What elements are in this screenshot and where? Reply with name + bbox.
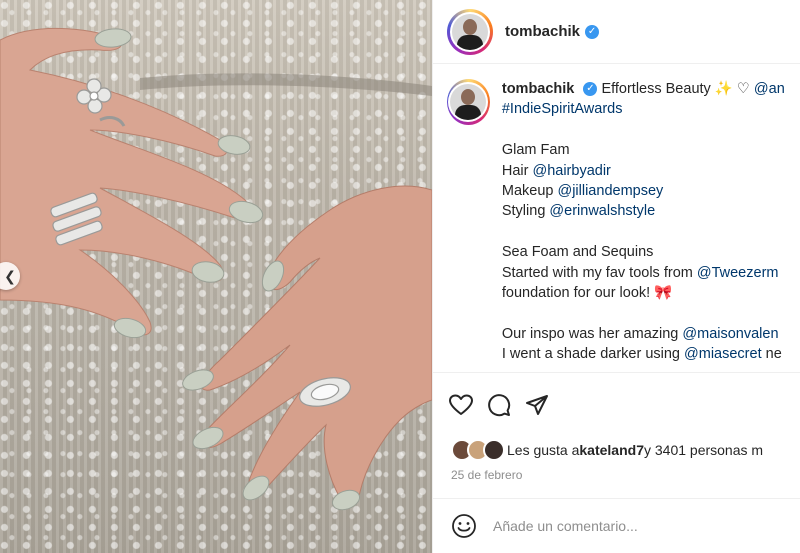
caption-line: Started with my fav tools from @Tweezerm [502, 263, 800, 283]
author-username[interactable]: tombachik [505, 23, 580, 40]
caption-author-avatar[interactable] [447, 79, 490, 125]
caption-line: Sea Foam and Sequins [502, 242, 800, 262]
paper-plane-icon [526, 394, 548, 415]
caption-line: #IndieSpiritAwards [502, 99, 800, 119]
post-header: tombachik ✓ [433, 0, 800, 64]
caption-line: Hair @hairbyadir [502, 161, 800, 181]
post-actions [433, 372, 800, 436]
hashtag-link[interactable]: #IndieSpiritAwards [502, 101, 623, 117]
emoji-smile-icon[interactable] [451, 513, 477, 539]
mention-link[interactable]: @an [754, 81, 785, 97]
post-image[interactable]: ❮ [0, 0, 432, 553]
mention-link[interactable]: @erinwalshstyle [549, 203, 655, 219]
chevron-left-icon: ❮ [4, 267, 16, 284]
like-button[interactable] [449, 393, 473, 417]
caption-line: foundation for our look! 🎀 [502, 283, 800, 303]
likes-summary[interactable]: Les gusta a kateland7 y 3401 personas m [451, 436, 800, 464]
caption-line: Makeup @jilliandempsey [502, 181, 800, 201]
caption-username[interactable]: tombachik [502, 81, 575, 97]
caption-text-segment: ne [761, 346, 782, 363]
heart-icon [449, 394, 473, 415]
caption-text-segment: Styling [501, 203, 550, 220]
mention-link[interactable]: @miasecret [684, 346, 762, 362]
caption-line: Our inspo was her amazing @maisonvalen [502, 324, 800, 344]
caption-line: Glam Fam [502, 140, 800, 160]
caption-text-segment: Sea Foam and Sequins [501, 244, 654, 261]
caption-text-segment: I went a shade darker using [501, 346, 685, 363]
caption-text-segment: Our inspo was her amazing [501, 325, 683, 342]
caption-line [502, 120, 800, 140]
comment-button[interactable] [487, 393, 511, 417]
verified-badge-icon: ✓ [583, 82, 598, 97]
mention-link[interactable]: @maisonvalen [682, 326, 778, 342]
caption-text-segment: Started with my fav tools from [501, 264, 697, 281]
caption-line: Styling @erinwalshstyle [502, 201, 800, 221]
verified-badge-icon: ✓ [585, 24, 600, 39]
caption-line [502, 222, 800, 242]
likes-user-link[interactable]: kateland7 [579, 442, 644, 458]
caption-text-segment: Makeup [501, 183, 558, 200]
mention-link[interactable]: @Tweezerm [697, 265, 779, 281]
comment-bar [433, 498, 800, 553]
post-caption: tombachik ✓ Effortless Beauty ✨ ♡ @an #I… [502, 79, 800, 365]
caption-scroll-area[interactable]: tombachik ✓ Effortless Beauty ✨ ♡ @an #I… [433, 65, 800, 372]
author-avatar[interactable] [447, 8, 493, 55]
likes-prefix: Les gusta a [507, 442, 580, 458]
likes-suffix: y 3401 personas m [643, 442, 764, 458]
post-date[interactable]: 25 de febrero [451, 468, 522, 482]
mention-link[interactable]: @jilliandempsey [557, 183, 663, 199]
hands-photo-illustration [0, 27, 432, 511]
post-panel: tombachik ✓ tombachik ✓ Effortless Beaut… [432, 0, 800, 553]
caption-line: I went a shade darker using @miasecret n… [502, 344, 800, 364]
caption-text-segment: Glam Fam [501, 142, 570, 159]
comment-bubble-icon [488, 393, 511, 416]
caption-text-segment: foundation for our look! 🎀 [501, 285, 673, 302]
share-button[interactable] [525, 393, 549, 417]
mention-link[interactable]: @hairbyadir [532, 163, 610, 179]
caption-text-segment: Hair [501, 162, 533, 179]
comment-input[interactable] [493, 518, 773, 534]
caption-line [502, 303, 800, 323]
caption-text-segment: Effortless Beauty ✨ ♡ [601, 81, 754, 97]
liker-avatars [451, 439, 505, 461]
avatar [483, 439, 505, 461]
